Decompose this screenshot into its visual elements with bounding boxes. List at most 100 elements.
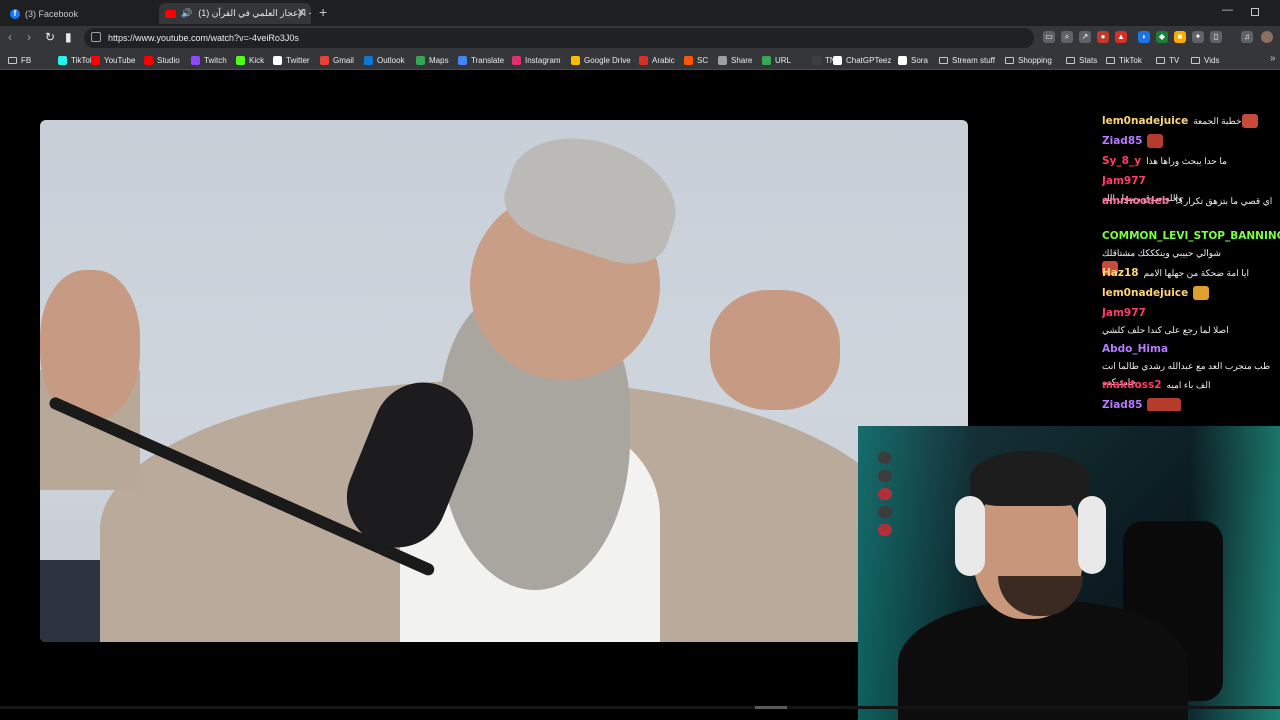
bookmark-url[interactable]: URL — [762, 54, 791, 66]
bookmark-outlook[interactable]: Outlook — [364, 54, 405, 66]
bookmarks-bar: FB TikTok YouTube Studio Twitch Kick Twitter Gm… — [0, 50, 1280, 70]
bookmark-google-drive[interactable]: Google Drive — [571, 54, 631, 66]
close-tab-icon[interactable]: ✕ — [297, 6, 306, 19]
video-player[interactable] — [40, 120, 968, 642]
kick-icon — [236, 55, 245, 65]
minimize-icon[interactable]: — — [1222, 4, 1233, 16]
bookmark-arabic[interactable]: Arabic — [639, 54, 675, 66]
folder-icon — [1066, 56, 1075, 64]
extension-alert-icon[interactable]: ▲ — [1115, 31, 1127, 43]
youtube-studio-icon — [144, 55, 153, 65]
chat-username[interactable]: makdoss2 — [1102, 379, 1162, 391]
media-control-icon[interactable]: ♫ — [1241, 31, 1253, 43]
bookmark-youtube[interactable]: YouTube — [91, 54, 135, 66]
tab-youtube-active[interactable]: 🔊 (1) الإعجاز العلمي في القرآن - ✕ — [159, 3, 311, 24]
stream-page: lem0nadejuice خطبة الجمعة Ziad85 Sy_8_y ما ح… — [0, 71, 1280, 720]
bookmark-share[interactable]: Share — [718, 54, 752, 66]
facebook-icon: f — [10, 8, 20, 19]
folder-icon — [1191, 56, 1200, 64]
soundcloud-icon — [684, 55, 693, 65]
bookmark-label: Studio — [157, 55, 180, 65]
extension-yellow-icon[interactable]: ■ — [1174, 31, 1186, 43]
chat-message: Sy_8_y ما حدا يبحث وراها هذا — [1102, 153, 1280, 170]
extension-green-icon[interactable]: ◆ — [1156, 31, 1168, 43]
folder-icon — [939, 56, 948, 64]
headphone-right — [1078, 496, 1106, 574]
chat-message: lem0nadejuice خطبة الجمعة — [1102, 113, 1280, 130]
cast-icon[interactable]: ▭ — [1043, 31, 1055, 43]
bookmark-vids[interactable]: Vids — [1191, 54, 1219, 66]
chat-username[interactable]: Ziad85 — [1102, 399, 1142, 411]
chat-message: Ziad85 — [1102, 397, 1280, 411]
bookmark-fb[interactable]: FB — [8, 54, 31, 66]
chatgpt-icon — [833, 55, 842, 65]
bookmark-stream-stuff[interactable]: Stream stuff — [939, 54, 995, 66]
bookmark-label: Maps — [429, 55, 449, 65]
gmail-icon — [320, 55, 329, 65]
bookmark-sc[interactable]: SC — [684, 54, 708, 66]
bookmark-label: Instagram — [525, 55, 561, 65]
extension-ublock-icon[interactable]: ● — [1097, 31, 1109, 43]
profile-avatar-icon[interactable] — [1261, 31, 1273, 43]
back-icon[interactable]: ‹ — [8, 30, 12, 44]
chat-username[interactable]: lem0nadejuice — [1102, 287, 1188, 299]
maximize-icon[interactable] — [1251, 8, 1259, 16]
tab-facebook[interactable]: f (3) Facebook — [4, 3, 154, 24]
more-bookmarks-icon[interactable]: » — [1270, 53, 1276, 64]
bookmark-translate[interactable]: Translate — [458, 54, 504, 66]
chat-username[interactable]: Ziad85 — [1102, 135, 1142, 147]
chat-message: Ziad85 — [1102, 133, 1280, 150]
chat-username[interactable]: Haz18 — [1102, 267, 1139, 279]
address-bar[interactable]: https://www.youtube.com/watch?v=-4veiRo3… — [84, 28, 1034, 48]
chat-username[interactable]: amrhoodeb — [1102, 195, 1169, 207]
bookmark-gmail[interactable]: Gmail — [320, 54, 354, 66]
chat-username[interactable]: Jam977 — [1102, 175, 1146, 187]
chat-username[interactable]: COMMON_LEVI_STOP_BANNING — [1102, 230, 1280, 242]
forward-icon[interactable]: › — [27, 30, 31, 44]
bookmark-shopping[interactable]: Shopping — [1005, 54, 1052, 66]
bookmark-tv[interactable]: TV — [1156, 54, 1179, 66]
bookmark-label: URL — [775, 55, 792, 65]
bookmark-tiktok[interactable]: TikTok — [1106, 54, 1142, 66]
bookmark-studio[interactable]: Studio — [144, 54, 180, 66]
page-scrollbar-thumb[interactable] — [755, 706, 787, 709]
chat-username[interactable]: lem0nadejuice — [1102, 115, 1188, 127]
chat-text: شوالي حبيبي وينكككك مشتاقلك — [1102, 248, 1221, 258]
chat-username[interactable]: Abdo_Hima — [1102, 343, 1168, 355]
webcam-streamer-cap — [970, 451, 1090, 506]
bookmark-maps[interactable]: Maps — [416, 54, 449, 66]
bookmark-label: Shopping — [1018, 55, 1052, 65]
bookmark-label: Twitter — [286, 55, 310, 65]
speaker-icon[interactable]: 🔊 — [181, 8, 192, 19]
bookmark-chatgpteez[interactable]: ChatGPTeez — [833, 54, 891, 66]
bookmark-label: ChatGPTeez — [846, 55, 892, 65]
webcam-shelf — [878, 446, 928, 546]
chat-emote-icon — [1147, 398, 1182, 411]
bookmark-instagram[interactable]: Instagram — [512, 54, 561, 66]
chat-username[interactable]: Jam977 — [1102, 307, 1146, 319]
share-icon[interactable]: ↗ — [1079, 31, 1091, 43]
bookmark-twitter[interactable]: Twitter — [273, 54, 310, 66]
bookmark-kick[interactable]: Kick — [236, 54, 264, 66]
bookmark-twitch[interactable]: Twitch — [191, 54, 227, 66]
youtube-icon — [165, 9, 176, 18]
extension-blue-icon[interactable]: ◗ — [1138, 31, 1150, 43]
bookmark-tiktok[interactable]: TikTok — [58, 54, 94, 66]
tab-title: (3) Facebook — [25, 8, 79, 19]
folder-icon — [1005, 56, 1014, 64]
url-text[interactable]: https://www.youtube.com/watch?v=-4veiRo3… — [108, 33, 299, 43]
bookmark-label: Kick — [249, 55, 265, 65]
site-info-icon[interactable] — [91, 32, 101, 42]
bookmark-label: Google Drive — [584, 55, 631, 65]
chat-username[interactable]: Sy_8_y — [1102, 155, 1141, 167]
bookmark-stats[interactable]: Stats — [1066, 54, 1097, 66]
chat-message: Haz18 ايا امة ضحكة من جهلها الامم — [1102, 265, 1280, 282]
reload-icon[interactable]: ↻ — [45, 30, 55, 44]
sidepanel-icon[interactable]: ▯ — [1210, 31, 1222, 43]
zoom-icon[interactable]: ⌕ — [1061, 31, 1073, 43]
bookmark-sora[interactable]: Sora — [898, 54, 928, 66]
new-tab-button[interactable]: + — [319, 4, 327, 20]
bookmark-icon[interactable]: ▮ — [65, 30, 72, 44]
extensions-puzzle-icon[interactable]: ✦ — [1192, 31, 1204, 43]
chat-message: makdoss2 الف باء اميه — [1102, 377, 1280, 394]
